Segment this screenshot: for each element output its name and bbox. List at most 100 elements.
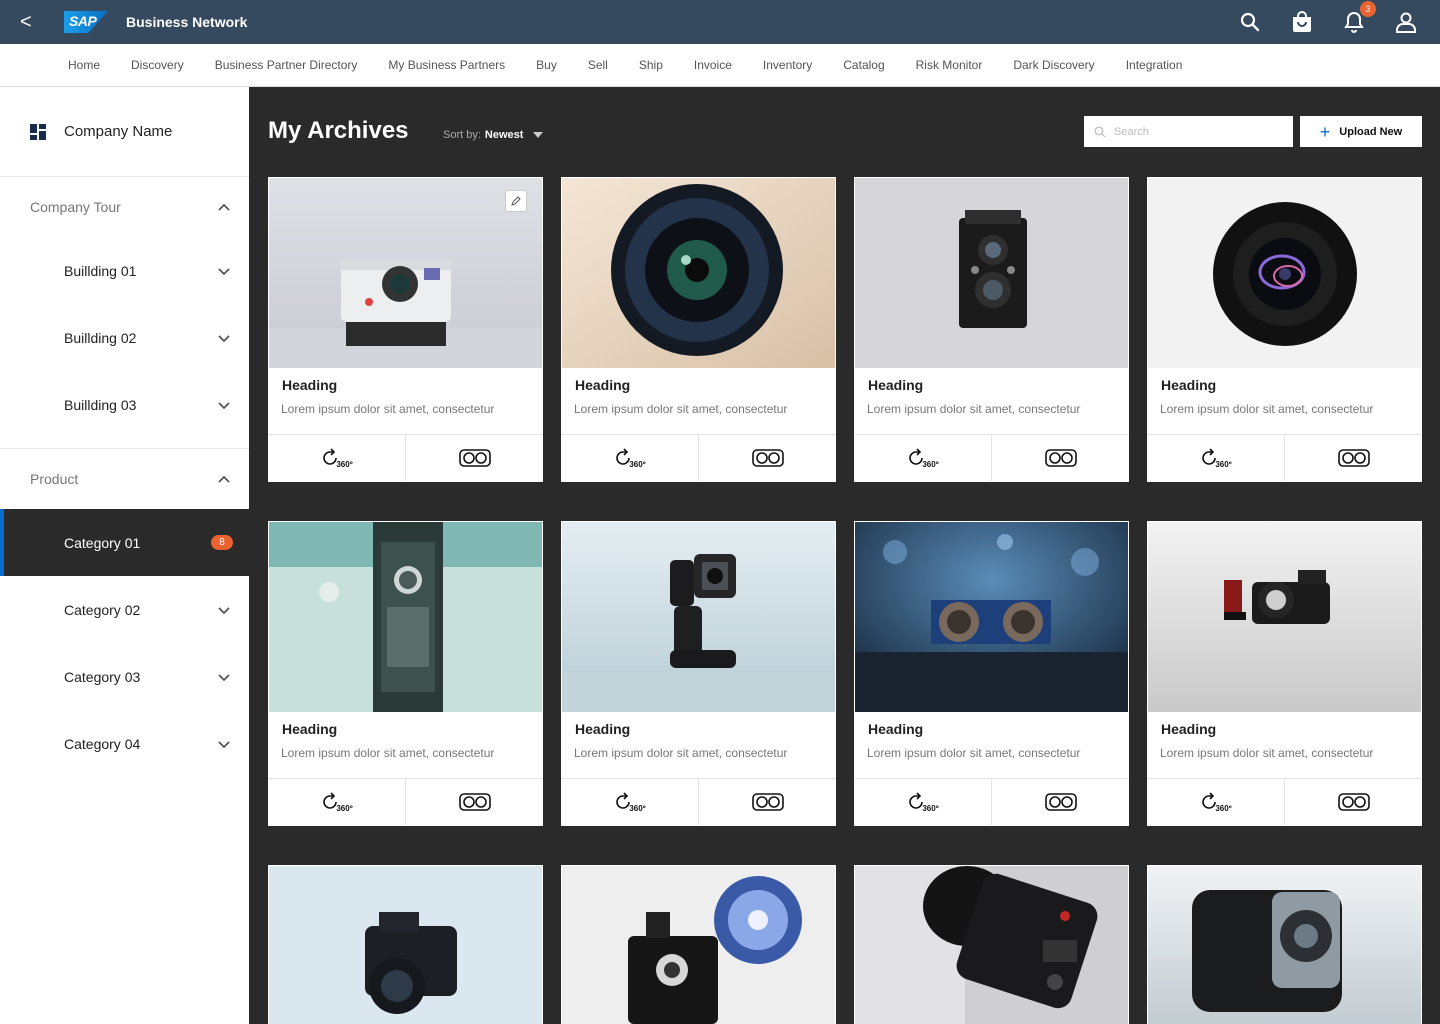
view-360-button[interactable]: 360º	[1147, 779, 1284, 825]
upload-new-button[interactable]: + Upload New	[1300, 116, 1422, 147]
card-image-vintage-device	[269, 522, 542, 712]
user-icon[interactable]	[1394, 10, 1418, 34]
vr-view-button[interactable]	[405, 435, 543, 481]
archive-card[interactable]: Heading Lorem ipsum dolor sit amet, cons…	[854, 521, 1129, 826]
sidebar-item-building-01[interactable]: Buillding 01	[0, 237, 249, 304]
nav-invoice[interactable]: Invoice	[694, 58, 732, 72]
view-360-button[interactable]: 360º	[561, 435, 698, 481]
nav-inventory[interactable]: Inventory	[763, 58, 812, 72]
archive-card[interactable]	[854, 865, 1129, 1024]
vr-headset-icon	[1044, 793, 1077, 811]
archive-card[interactable]: Heading Lorem ipsum dolor sit amet, cons…	[854, 177, 1129, 482]
card-actions: 360º	[561, 434, 836, 481]
sort-label: Sort by:	[443, 129, 481, 141]
card-heading: Heading	[575, 721, 631, 737]
chevron-down-icon	[218, 673, 230, 681]
caret-down-icon	[533, 132, 544, 138]
nav-sell[interactable]: Sell	[588, 58, 608, 72]
vr-view-button[interactable]	[1284, 779, 1422, 825]
archive-card[interactable]	[1147, 865, 1422, 1024]
view-360-label: 360º	[336, 804, 353, 813]
vr-view-button[interactable]	[991, 435, 1129, 481]
dashboard-icon	[30, 123, 46, 140]
vr-headset-icon	[458, 793, 491, 811]
shell-bar: < SAP Business Network 3	[0, 0, 1440, 44]
vr-headset-icon	[751, 793, 784, 811]
card-image-camera-lens	[562, 178, 835, 368]
archive-card[interactable]: Heading Lorem ipsum dolor sit amet, cons…	[1147, 177, 1422, 482]
archive-card[interactable]: Heading Lorem ipsum dolor sit amet, cons…	[561, 177, 836, 482]
sap-logo[interactable]: SAP	[56, 11, 108, 33]
card-image-twin-lens-camera	[855, 178, 1128, 368]
card-image-studio-flash	[855, 866, 1128, 1024]
company-tour-header[interactable]: Company Tour	[0, 177, 249, 237]
card-image-flash-camera	[562, 866, 835, 1024]
bell-icon[interactable]: 3	[1342, 1, 1376, 34]
archive-card[interactable]: Heading Lorem ipsum dolor sit amet, cons…	[1147, 521, 1422, 826]
card-image-mirrorless-camera	[269, 866, 542, 1024]
nav-my-business-partners[interactable]: My Business Partners	[388, 58, 505, 72]
edit-button[interactable]	[505, 190, 527, 212]
card-actions: 360º	[1147, 434, 1422, 481]
vr-view-button[interactable]	[1284, 435, 1422, 481]
nav-buy[interactable]: Buy	[536, 58, 557, 72]
nav-business-partner-directory[interactable]: Business Partner Directory	[215, 58, 358, 72]
card-description: Lorem ipsum dolor sit amet, consectetur	[867, 746, 1081, 760]
vr-view-button[interactable]	[698, 435, 836, 481]
sidebar-item-category-03[interactable]: Category 03	[0, 643, 249, 710]
sidebar-item-building-03[interactable]: Buillding 03	[0, 371, 249, 438]
nav-ship[interactable]: Ship	[639, 58, 663, 72]
archive-card[interactable]: Heading Lorem ipsum dolor sit amet, cons…	[268, 521, 543, 826]
vr-view-button[interactable]	[698, 779, 836, 825]
sidebar-item-category-02[interactable]: Category 02	[0, 576, 249, 643]
card-heading: Heading	[282, 721, 338, 737]
view-360-button[interactable]: 360º	[268, 435, 405, 481]
section-title: Company Tour	[30, 199, 121, 215]
sidebar-item-label: Buillding 02	[64, 329, 137, 346]
back-button[interactable]: <	[20, 11, 56, 34]
view-360-button[interactable]: 360º	[854, 779, 991, 825]
nav-dark-discovery[interactable]: Dark Discovery	[1013, 58, 1094, 72]
view-360-button[interactable]: 360º	[268, 779, 405, 825]
shopping-bag-icon[interactable]	[1290, 10, 1314, 34]
archive-card[interactable]	[268, 865, 543, 1024]
view-360-button[interactable]: 360º	[854, 435, 991, 481]
card-heading: Heading	[575, 377, 631, 393]
card-image-instant-camera	[269, 178, 542, 368]
card-heading: Heading	[868, 377, 924, 393]
nav-discovery[interactable]: Discovery	[131, 58, 184, 72]
view-360-label: 360º	[922, 460, 939, 469]
view-360-button[interactable]: 360º	[1147, 435, 1284, 481]
vr-view-button[interactable]	[991, 779, 1129, 825]
company-header[interactable]: Company Name	[0, 87, 249, 177]
search-input[interactable]	[1114, 125, 1284, 138]
search-box	[1084, 116, 1293, 147]
section-title: Product	[30, 471, 79, 487]
nav-home[interactable]: Home	[68, 58, 100, 72]
card-description: Lorem ipsum dolor sit amet, consectetur	[1160, 402, 1374, 416]
company-tour-section: Company Tour Buillding 01 Buillding 02 B…	[0, 177, 249, 449]
search-icon[interactable]	[1238, 10, 1262, 34]
nav-risk-monitor[interactable]: Risk Monitor	[916, 58, 983, 72]
archive-card[interactable]: Heading Lorem ipsum dolor sit amet, cons…	[268, 177, 543, 482]
product-header[interactable]: Product	[0, 449, 249, 509]
view-360-button[interactable]: 360º	[561, 779, 698, 825]
sidebar-item-building-02[interactable]: Buillding 02	[0, 304, 249, 371]
sort-dropdown[interactable]: Sort by: Newest	[443, 129, 544, 141]
search-icon	[1094, 126, 1106, 137]
card-actions: 360º	[1147, 778, 1422, 825]
card-actions: 360º	[268, 434, 543, 481]
sidebar-item-category-01[interactable]: Category 01 8	[0, 509, 249, 576]
nav-catalog[interactable]: Catalog	[843, 58, 884, 72]
nav-integration[interactable]: Integration	[1126, 58, 1183, 72]
archive-card[interactable]: Heading Lorem ipsum dolor sit amet, cons…	[561, 521, 836, 826]
sidebar-item-category-04[interactable]: Category 04	[0, 710, 249, 777]
chevron-down-icon	[218, 606, 230, 614]
sidebar-item-label: Buillding 03	[64, 396, 137, 413]
vr-view-button[interactable]	[405, 779, 543, 825]
count-badge: 8	[211, 535, 233, 550]
card-description: Lorem ipsum dolor sit amet, consectetur	[1160, 746, 1374, 760]
sidebar-item-label: Category 02	[64, 601, 141, 618]
card-actions: 360º	[854, 778, 1129, 825]
archive-card[interactable]	[561, 865, 836, 1024]
